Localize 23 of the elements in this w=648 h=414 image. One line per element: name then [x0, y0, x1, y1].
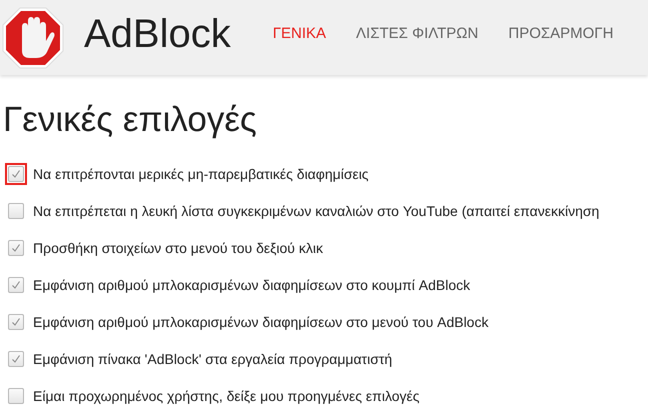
checkbox[interactable] [8, 388, 24, 404]
checkbox[interactable] [8, 350, 24, 366]
check-icon [11, 354, 21, 364]
check-icon [11, 242, 21, 252]
brand-name: AdBlock [84, 12, 231, 57]
check-icon [11, 168, 21, 178]
nav-tab[interactable]: ΛΙΣΤΕΣ ΦΙΛΤΡΩΝ [356, 25, 478, 42]
option-label: Εμφάνιση πίνακα 'AdBlock' στα εργαλεία προγραμματιστή [33, 350, 392, 366]
option-label: Εμφάνιση αριθμού μπλοκαρισμένων διαφημίσεων στο κουμπί AdBlock [33, 276, 470, 292]
nav-tab[interactable]: ΠΡΟΣΑΡΜΟΓΗ [508, 25, 614, 42]
option-label: Προσθήκη στοιχείων στο μενού του δεξιού κλικ [33, 240, 323, 256]
option-label: Να επιτρέπεται η λευκή λίστα συγκεκριμένων καναλιών στο YouTube (απαιτεί επανεκκίνηση [33, 202, 600, 218]
option-label: Να επιτρέπονται μερικές μη-παρεμβατικές διαφημίσεις [33, 166, 369, 182]
nav-tab[interactable]: ΓΕΝΙΚΑ [272, 25, 326, 42]
checkbox[interactable] [8, 240, 24, 256]
check-icon [11, 280, 21, 290]
option-label: Είμαι προχωρημένος χρήστης, δείξε μου προηγμένες επιλογές [33, 388, 420, 404]
page-title: Γενικές επιλογές [3, 99, 258, 141]
check-icon [11, 316, 21, 326]
option-label: Εμφάνιση αριθμού μπλοκαρισμένων διαφημίσεων στο μενού του AdBlock [33, 314, 488, 330]
checkbox[interactable] [8, 314, 24, 330]
checkbox[interactable] [8, 276, 24, 292]
checkbox[interactable] [8, 202, 24, 218]
